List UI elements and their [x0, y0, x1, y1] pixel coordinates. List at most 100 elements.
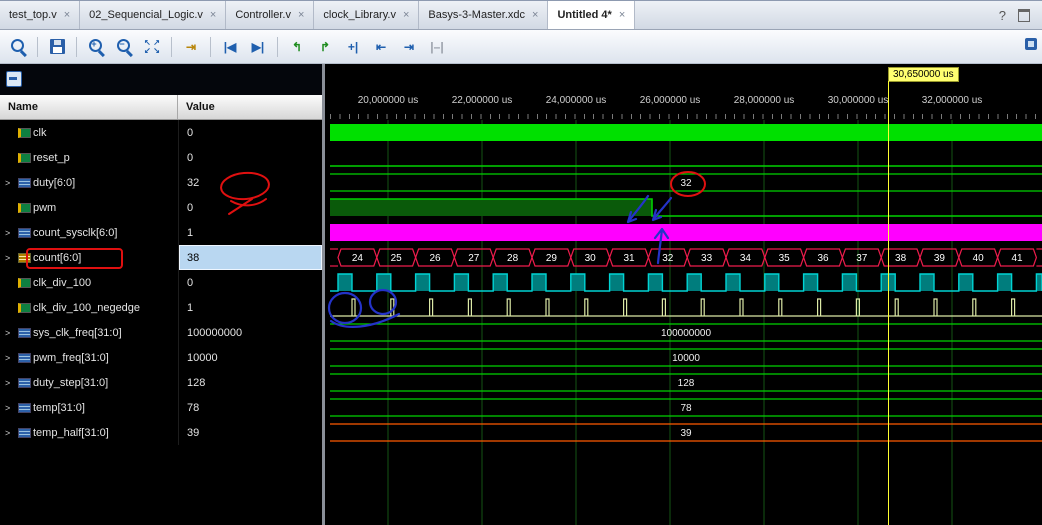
save-icon[interactable] [45, 35, 69, 59]
tab-label: clock_Library.v [323, 9, 396, 21]
close-icon[interactable]: × [64, 9, 70, 21]
close-icon[interactable]: × [619, 9, 625, 21]
time-tick-label: 32,000000 us [921, 95, 983, 106]
zoom-out-icon[interactable]: − [112, 35, 136, 59]
zoom-in-icon-glyph: + [88, 38, 105, 55]
tab-label: Untitled 4* [557, 9, 612, 21]
signal-row[interactable]: > duty_step[31:0] 128 [0, 370, 322, 395]
toolbar-separator [171, 36, 172, 57]
svg-text:28: 28 [507, 253, 519, 264]
signal-row[interactable]: > sys_clk_freq[31:0] 100000000 [0, 320, 322, 345]
signal-value: 32 [178, 170, 322, 195]
signal-row[interactable]: > count_sysclk[6:0] 1 [0, 220, 322, 245]
signal-name: count_sysclk[6:0] [33, 226, 118, 239]
close-icon[interactable]: × [298, 9, 304, 21]
zoom-fit-icon[interactable]: ↖ ↗ ↙ ↘ [140, 35, 164, 59]
goto-last-icon[interactable]: ⇥ [397, 35, 421, 59]
signal-row[interactable]: > temp_half[31:0] 39 [0, 420, 322, 445]
wave-config-icon[interactable] [6, 71, 22, 87]
signal-name-cell: > count[6:0] [0, 245, 178, 270]
signal-row[interactable]: clk_div_100_negedge 1 [0, 295, 322, 320]
signal-row[interactable]: clk 0 [0, 120, 322, 145]
maximize-icon[interactable] [1018, 8, 1030, 22]
tab-strip: test_top.v × 02_Sequencial_Logic.v × Control… [0, 1, 636, 29]
expander-icon[interactable]: > [5, 403, 18, 413]
svg-text:26: 26 [429, 253, 441, 264]
fit-glyph: ↖ ↗ ↙ ↘ [144, 37, 160, 55]
cursor-time-label[interactable]: 30,650000 us [888, 67, 959, 82]
svg-text:128: 128 [678, 378, 695, 389]
editor-tab[interactable]: test_top.v × [0, 1, 81, 29]
zoom-in-icon[interactable]: + [84, 35, 108, 59]
signal-rows: clk 0 reset_p 0 > duty[6:0] 32 pwm 0 > count_syscl… [0, 120, 322, 445]
signal-name: sys_clk_freq[31:0] [33, 326, 122, 339]
dock-right-icon[interactable] [1025, 38, 1037, 50]
time-ruler[interactable]: 20,000000 us 22,000000 us 24,000000 us 26,0… [330, 88, 1042, 120]
signal-row[interactable]: pwm 0 [0, 195, 322, 220]
goto-first-icon[interactable]: ⇤ [369, 35, 393, 59]
editor-tab[interactable]: Untitled 4* × [548, 1, 636, 29]
time-tick-label: 22,000000 us [451, 95, 513, 106]
signal-name-cell: > duty[6:0] [0, 170, 178, 195]
prev-transition-icon[interactable]: ↰ [285, 35, 309, 59]
bit-signal-icon [18, 302, 31, 313]
close-icon[interactable]: × [532, 9, 538, 21]
bus-signal-icon [18, 377, 31, 388]
svg-text:41: 41 [1011, 253, 1023, 264]
svg-text:35: 35 [779, 253, 791, 264]
signal-name: reset_p [33, 151, 70, 164]
fit-selection-icon[interactable]: |–| [425, 35, 449, 59]
expander-icon[interactable]: > [5, 428, 18, 438]
search-icon-glyph [10, 38, 27, 55]
toolbar-separator [37, 36, 38, 57]
editor-tab[interactable]: Controller.v × [226, 1, 315, 29]
next-transition-icon[interactable]: ↱ [313, 35, 337, 59]
cursor-strip: 30,650000 us [330, 64, 1042, 88]
bus-signal-icon [18, 427, 31, 438]
cursor-line[interactable] [888, 81, 889, 525]
bus-signal-icon [18, 327, 31, 338]
close-icon[interactable]: × [210, 9, 216, 21]
expander-icon[interactable]: > [5, 378, 18, 388]
editor-tab[interactable]: Basys-3-Master.xdc × [419, 1, 549, 29]
svg-text:36: 36 [817, 253, 829, 264]
search-icon[interactable] [6, 35, 30, 59]
signal-name: pwm_freq[31:0] [33, 351, 109, 364]
svg-text:27: 27 [468, 253, 480, 264]
signal-row[interactable]: reset_p 0 [0, 145, 322, 170]
signal-value: 128 [178, 370, 322, 395]
svg-text:34: 34 [740, 253, 752, 264]
expander-icon[interactable]: > [5, 178, 18, 188]
editor-tab[interactable]: clock_Library.v × [314, 1, 420, 29]
waveform-canvas[interactable]: 32 24 25 26 27 28 29 30 31 32 33 34 35 36 37 38 39 40 41 10… [330, 120, 1042, 525]
next-marker-icon[interactable]: ▶| [246, 35, 270, 59]
help-icon[interactable]: ? [999, 8, 1006, 23]
expander-icon[interactable]: > [5, 328, 18, 338]
svg-text:31: 31 [623, 253, 635, 264]
signal-row[interactable]: clk_div_100 0 [0, 270, 322, 295]
bus-signal-icon [18, 352, 31, 363]
tabbar-controls: ? [987, 1, 1042, 29]
bus-signal-icon [18, 252, 31, 263]
bit-signal-icon [18, 152, 31, 163]
signal-row[interactable]: > count[6:0] 38 [0, 245, 322, 270]
expander-icon[interactable]: > [5, 353, 18, 363]
editor-tab[interactable]: 02_Sequencial_Logic.v × [80, 1, 227, 29]
add-cursor-icon[interactable]: +| [341, 35, 365, 59]
signal-name-cell: reset_p [0, 145, 178, 170]
prev-marker-icon[interactable]: |◀ [218, 35, 242, 59]
svg-text:39: 39 [680, 428, 692, 439]
signal-row[interactable]: > temp[31:0] 78 [0, 395, 322, 420]
expander-icon[interactable]: > [5, 228, 18, 238]
expander-icon[interactable]: > [5, 253, 18, 263]
bus-signal-icon [18, 227, 31, 238]
goto-time-cursor-icon[interactable]: ⇥ [179, 35, 203, 59]
close-icon[interactable]: × [403, 9, 409, 21]
signal-name: duty[6:0] [33, 176, 76, 189]
name-column-header[interactable]: Name [0, 95, 178, 119]
signal-row[interactable]: > duty[6:0] 32 [0, 170, 322, 195]
value-column-header[interactable]: Value [178, 95, 322, 119]
editor-tabbar: test_top.v × 02_Sequencial_Logic.v × Control… [0, 0, 1042, 30]
waveform-viewer-window: test_top.v × 02_Sequencial_Logic.v × Control… [0, 0, 1042, 525]
signal-row[interactable]: > pwm_freq[31:0] 10000 [0, 345, 322, 370]
